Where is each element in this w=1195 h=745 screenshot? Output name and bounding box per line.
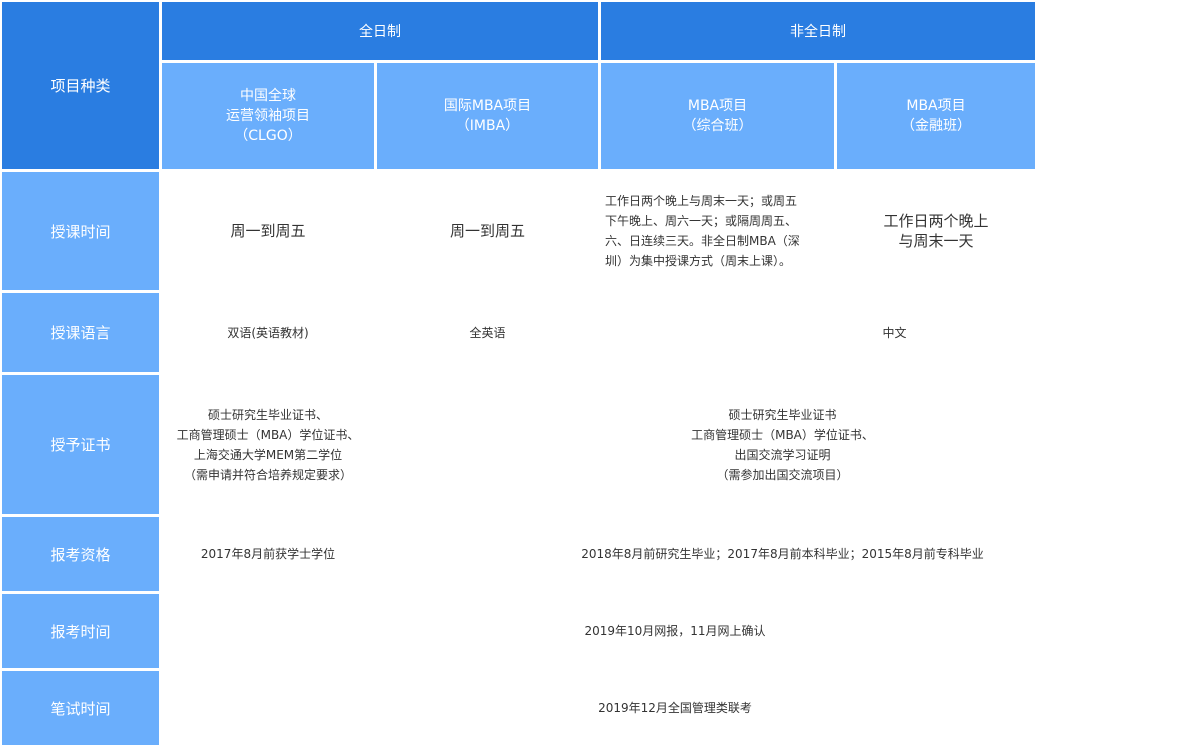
row-label-registration: 报考时间 (2, 594, 159, 668)
row-label-text: 授课语言 (50, 324, 111, 342)
row-label-text: 报考时间 (50, 622, 111, 641)
cell-text: 全英语 (469, 325, 506, 340)
row-label-text: 授课时间 (50, 222, 111, 241)
schedule-mba-finance: 工作日两个晚上 与周末一天 (837, 172, 1035, 290)
cell-line: 出国交流学习证明 (734, 447, 831, 462)
exam-all: 2019年12月全国管理类联考 (162, 671, 1188, 745)
program-line: （金融班） (901, 118, 971, 134)
row-label-certificate: 授予证书 (2, 375, 159, 514)
header-part-time-label: 非全日制 (790, 24, 846, 40)
cell-line: 工商管理硕士（MBA）学位证书、 (691, 427, 874, 442)
row-label-text: 报考资格 (50, 545, 111, 564)
row-label-text: 笔试时间 (50, 699, 111, 718)
cell-text: 双语(英语教材) (227, 325, 309, 340)
eligibility-others: 2018年8月前研究生毕业；2017年8月前本科毕业；2015年8月前专科毕业 (377, 517, 1188, 591)
row-label-text: 授予证书 (50, 436, 111, 454)
cell-line: （需申请并符合培养规定要求） (183, 467, 352, 482)
schedule-imba: 周一到周五 (377, 172, 598, 290)
program-line: （综合班） (682, 118, 753, 134)
cell-text: 2019年10月网报，11月网上确认 (584, 624, 766, 638)
header-full-time: 全日制 (162, 2, 598, 60)
certificate-clgo: 硕士研究生毕业证书、 工商管理硕士（MBA）学位证书、 上海交通大学MEM第二学… (162, 375, 374, 514)
header-program-mba-finance: MBA项目 （金融班） (837, 63, 1035, 169)
cell-text: 中文 (882, 325, 907, 340)
schedule-clgo: 周一到周五 (162, 172, 374, 290)
cell-line: 六、日连续三天。非全日制MBA（深 (605, 234, 800, 248)
cell-text: 周一到周五 (230, 222, 306, 240)
header-program-clgo: 中国全球 运营领袖项目 （CLGO） (162, 63, 374, 169)
program-line: 国际MBA项目 (443, 98, 532, 114)
header-category-label: 项目种类 (50, 77, 111, 95)
cell-text: 2019年12月全国管理类联考 (598, 701, 752, 715)
program-line: （CLGO） (234, 128, 302, 144)
cell-line: 工商管理硕士（MBA）学位证书、 (176, 427, 360, 442)
cell-line: 工作日两个晚上与周末一天；或周五 (605, 194, 798, 208)
header-program-imba: 国际MBA项目 （IMBA） (377, 63, 598, 169)
header-program-mba-general: MBA项目 （综合班） (601, 63, 834, 169)
cell-text: 2017年8月前获学士学位 (200, 547, 336, 561)
cell-text: 周一到周五 (449, 222, 525, 240)
program-line: 中国全球 (240, 88, 296, 104)
row-label-schedule: 授课时间 (2, 172, 159, 290)
registration-all: 2019年10月网报，11月网上确认 (162, 594, 1188, 668)
row-label-eligibility: 报考资格 (2, 517, 159, 591)
cell-line: 工作日两个晚上 (883, 212, 989, 230)
eligibility-clgo: 2017年8月前获学士学位 (162, 517, 374, 591)
schedule-mba-general: 工作日两个晚上与周末一天；或周五 下午晚上、周六一天；或隔周周五、 六、日连续三… (601, 172, 834, 290)
header-category: 项目种类 (2, 2, 159, 169)
cell-text: 2018年8月前研究生毕业；2017年8月前本科毕业；2015年8月前专科毕业 (581, 547, 984, 561)
header-part-time: 非全日制 (601, 2, 1035, 60)
cell-line: 圳）为集中授课方式（周末上课）。 (605, 254, 792, 268)
program-line: MBA项目 (906, 98, 966, 114)
row-label-exam: 笔试时间 (2, 671, 159, 745)
cell-line: 与周末一天 (898, 232, 974, 250)
language-part-time: 中文 (601, 293, 1188, 372)
cell-line: 下午晚上、周六一天；或隔周周五、 (605, 214, 798, 228)
cell-line: 硕士研究生毕业证书 (728, 407, 837, 422)
header-full-time-label: 全日制 (359, 24, 401, 40)
certificate-others: 硕士研究生毕业证书 工商管理硕士（MBA）学位证书、 出国交流学习证明 （需参加… (377, 375, 1188, 514)
language-imba: 全英语 (377, 293, 598, 372)
cell-line: 硕士研究生毕业证书、 (207, 407, 328, 422)
program-line: 运营领袖项目 (226, 108, 310, 124)
language-clgo: 双语(英语教材) (162, 293, 374, 372)
cell-line: 上海交通大学MEM第二学位 (193, 447, 343, 462)
row-label-language: 授课语言 (2, 293, 159, 372)
cell-line: （需参加出国交流项目） (716, 467, 849, 482)
program-line: （IMBA） (455, 118, 520, 134)
program-line: MBA项目 (687, 98, 748, 114)
